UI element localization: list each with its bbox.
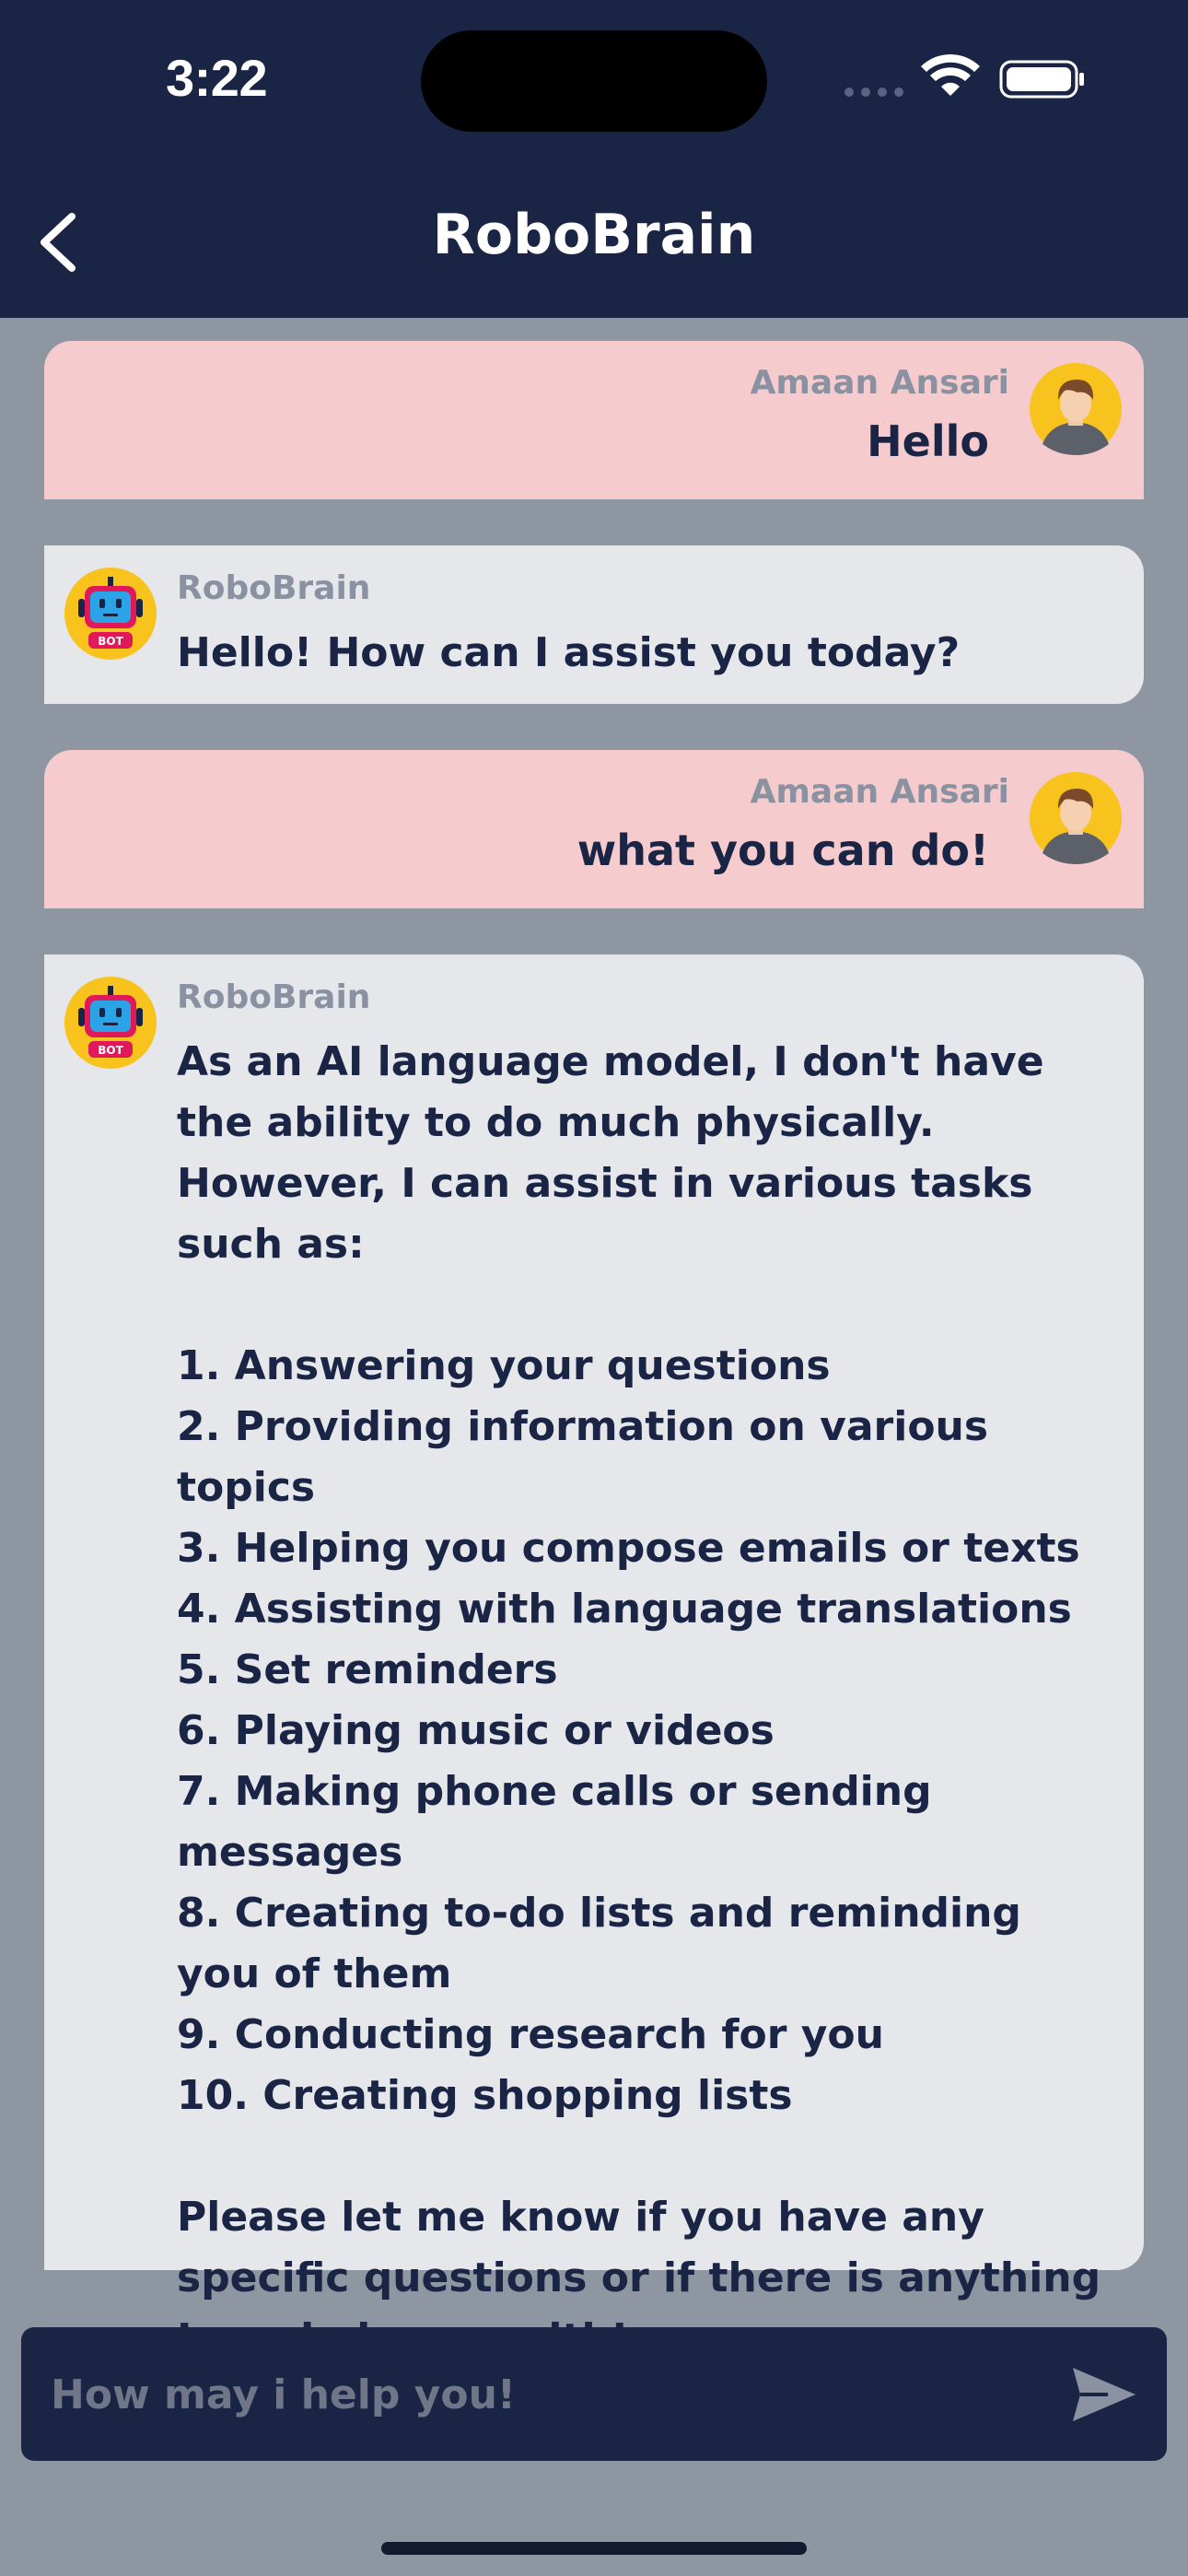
app-header: RoboBrain: [0, 161, 1188, 318]
bot-avatar: BOT: [64, 568, 157, 660]
bot-message: BOT RoboBrain As an AI language model, I…: [44, 954, 1144, 2362]
sender-name: Amaan Ansari: [750, 773, 1009, 811]
bot-message: BOT RoboBrain Hello! How can I assist yo…: [44, 545, 1144, 704]
bot-avatar: BOT: [64, 977, 157, 1069]
user-avatar: [1030, 363, 1122, 455]
user-message: Amaan Ansari Hello: [44, 341, 1144, 499]
wifi-icon: [921, 54, 980, 96]
battery-icon: [999, 60, 1084, 99]
sender-name: RoboBrain: [177, 569, 371, 607]
sender-name: RoboBrain: [177, 978, 371, 1016]
dynamic-island: [421, 30, 767, 132]
send-icon[interactable]: [1071, 2366, 1137, 2423]
home-indicator: [381, 2542, 807, 2555]
message-input[interactable]: [49, 2327, 1047, 2463]
svg-text:BOT: BOT: [98, 635, 123, 648]
status-time: 3:22: [166, 49, 268, 107]
signal-icon: [844, 88, 903, 97]
page-title: RoboBrain: [432, 203, 756, 267]
message-text: Hello! How can I assist you today?: [177, 629, 961, 676]
svg-text:BOT: BOT: [98, 1044, 123, 1057]
message-text: Hello: [867, 416, 989, 466]
user-avatar: [1030, 772, 1122, 864]
user-message: Amaan Ansari what you can do!: [44, 750, 1144, 908]
status-icons: [844, 54, 1084, 99]
status-bar: 3:22: [0, 0, 1188, 161]
sender-name: Amaan Ansari: [750, 364, 1009, 402]
message-composer: [21, 2327, 1167, 2463]
message-text: what you can do!: [577, 825, 989, 875]
message-text: As an AI language model, I don't have th…: [177, 1038, 1101, 2362]
